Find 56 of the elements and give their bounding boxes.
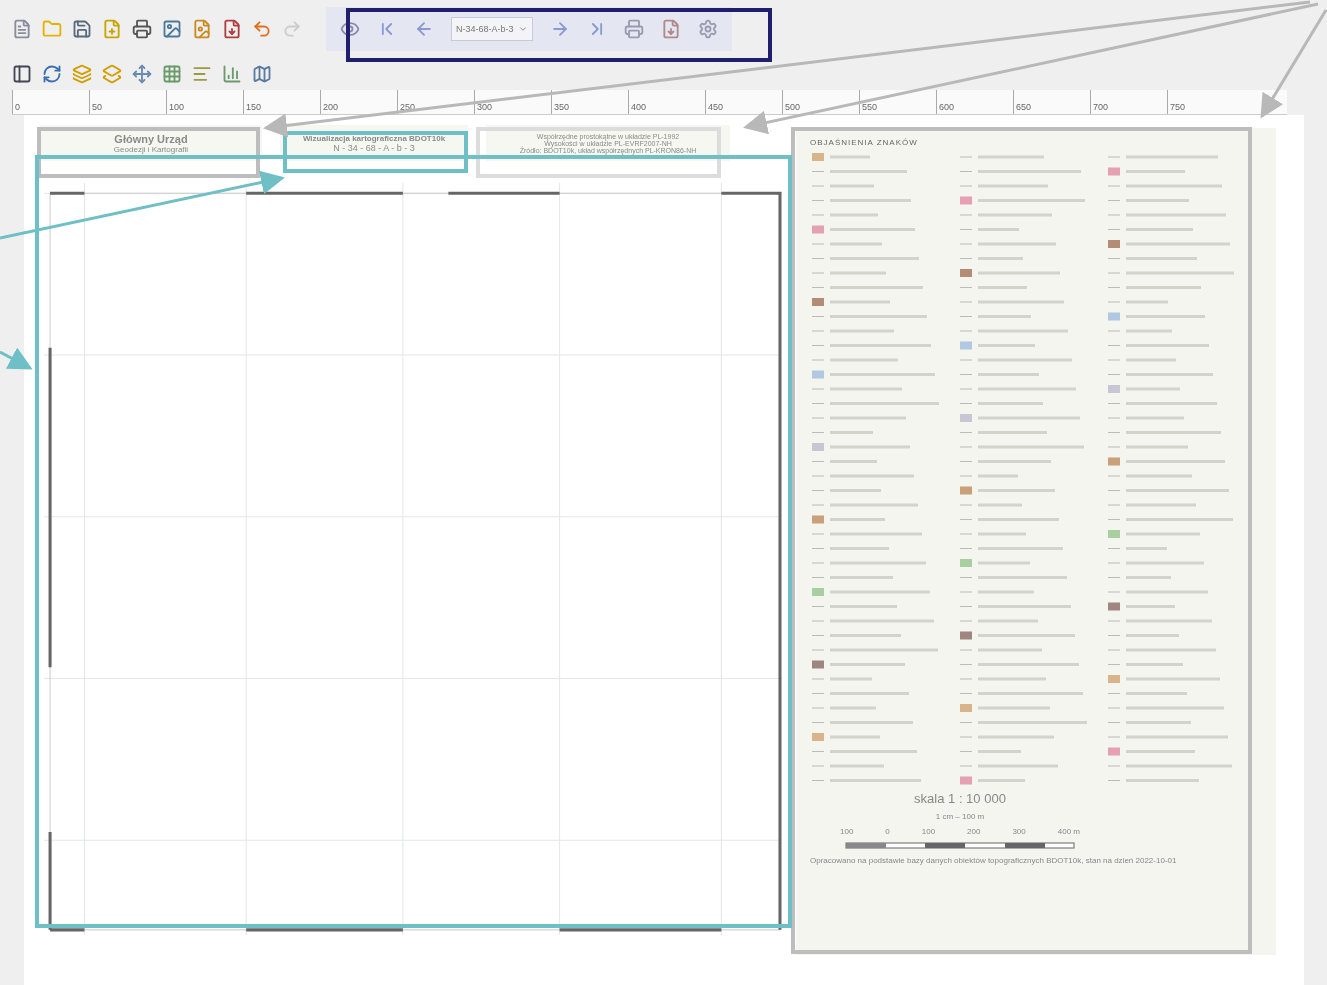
atlas-preview-icon[interactable] xyxy=(340,19,360,39)
ruler-label: 0 xyxy=(12,90,89,114)
ruler-label: 500 xyxy=(782,90,859,114)
ruler-label: 300 xyxy=(474,90,551,114)
ruler-label: 100 xyxy=(166,90,243,114)
move-icon[interactable] xyxy=(132,64,152,84)
refresh-icon[interactable] xyxy=(42,64,62,84)
export-atlas-icon[interactable] xyxy=(660,19,681,39)
scale-text: skala 1 : 10 000 xyxy=(914,791,1006,806)
print-icon[interactable] xyxy=(132,19,152,39)
scalebar-label: 0 xyxy=(885,827,890,836)
layers-icon[interactable] xyxy=(72,64,92,84)
header-title: Wizualizacja kartograficzna BDOT10k xyxy=(302,133,446,143)
ruler-label: 700 xyxy=(1090,90,1167,114)
header-title: Główny Urząd xyxy=(114,132,188,145)
ruler-label: 450 xyxy=(705,90,782,114)
redo-icon[interactable] xyxy=(282,19,302,39)
legend-footnote: Opracowano na podstawie bazy danych obiektów topograficznych BDOT10k, stan na dzień 2022-10-01 xyxy=(810,856,1178,865)
sheet-code: N - 34 - 68 - A - b - 3 xyxy=(333,142,415,153)
align-icon[interactable] xyxy=(192,64,212,84)
print-atlas-icon[interactable] xyxy=(623,19,644,39)
panel-icon[interactable] xyxy=(12,64,32,84)
document-icon[interactable] xyxy=(12,19,32,39)
grid-icon[interactable] xyxy=(162,64,182,84)
map-icon[interactable] xyxy=(252,64,272,84)
ruler-label: 50 xyxy=(89,90,166,114)
scale-unit-text: 1 cm – 100 m xyxy=(935,812,985,821)
scalebar-label: 400 m xyxy=(1057,827,1080,836)
svg-export-icon[interactable] xyxy=(192,19,212,39)
image-export-icon[interactable] xyxy=(162,19,182,39)
pointer-arrow xyxy=(0,347,33,370)
legend-title: OBJAŚNIENIA ZNAKÓW xyxy=(810,138,919,147)
ruler-label: 550 xyxy=(859,90,936,114)
scalebar-label: 100 xyxy=(921,827,936,836)
ruler-label: 750 xyxy=(1167,90,1244,114)
atlas-page-dropdown[interactable]: N-34-68-A-b-3 xyxy=(451,17,533,41)
pdf-export-icon[interactable] xyxy=(222,19,242,39)
ruler-label: 400 xyxy=(628,90,705,114)
layers-icon[interactable] xyxy=(102,64,122,84)
ruler-label: 650 xyxy=(1013,90,1090,114)
ruler-label: 150 xyxy=(243,90,320,114)
chart-icon[interactable] xyxy=(222,64,242,84)
caret-icon xyxy=(517,24,528,34)
scalebar-label: 100 xyxy=(840,827,854,836)
previous-page-icon[interactable] xyxy=(414,19,434,39)
header-subtitle: Geodezji i Kartografii xyxy=(113,144,189,154)
ruler-label: 200 xyxy=(320,90,397,114)
atlas-settings-icon[interactable] xyxy=(697,19,718,39)
ruler-label: 350 xyxy=(551,90,628,114)
scalebar-label: 200 xyxy=(967,827,981,836)
undo-icon[interactable] xyxy=(252,19,272,39)
folder-icon[interactable] xyxy=(42,19,62,39)
new-page-icon[interactable] xyxy=(102,19,122,39)
save-icon[interactable] xyxy=(72,19,92,39)
ruler-label: 600 xyxy=(936,90,1013,114)
scalebar-label: 300 xyxy=(1012,827,1026,836)
